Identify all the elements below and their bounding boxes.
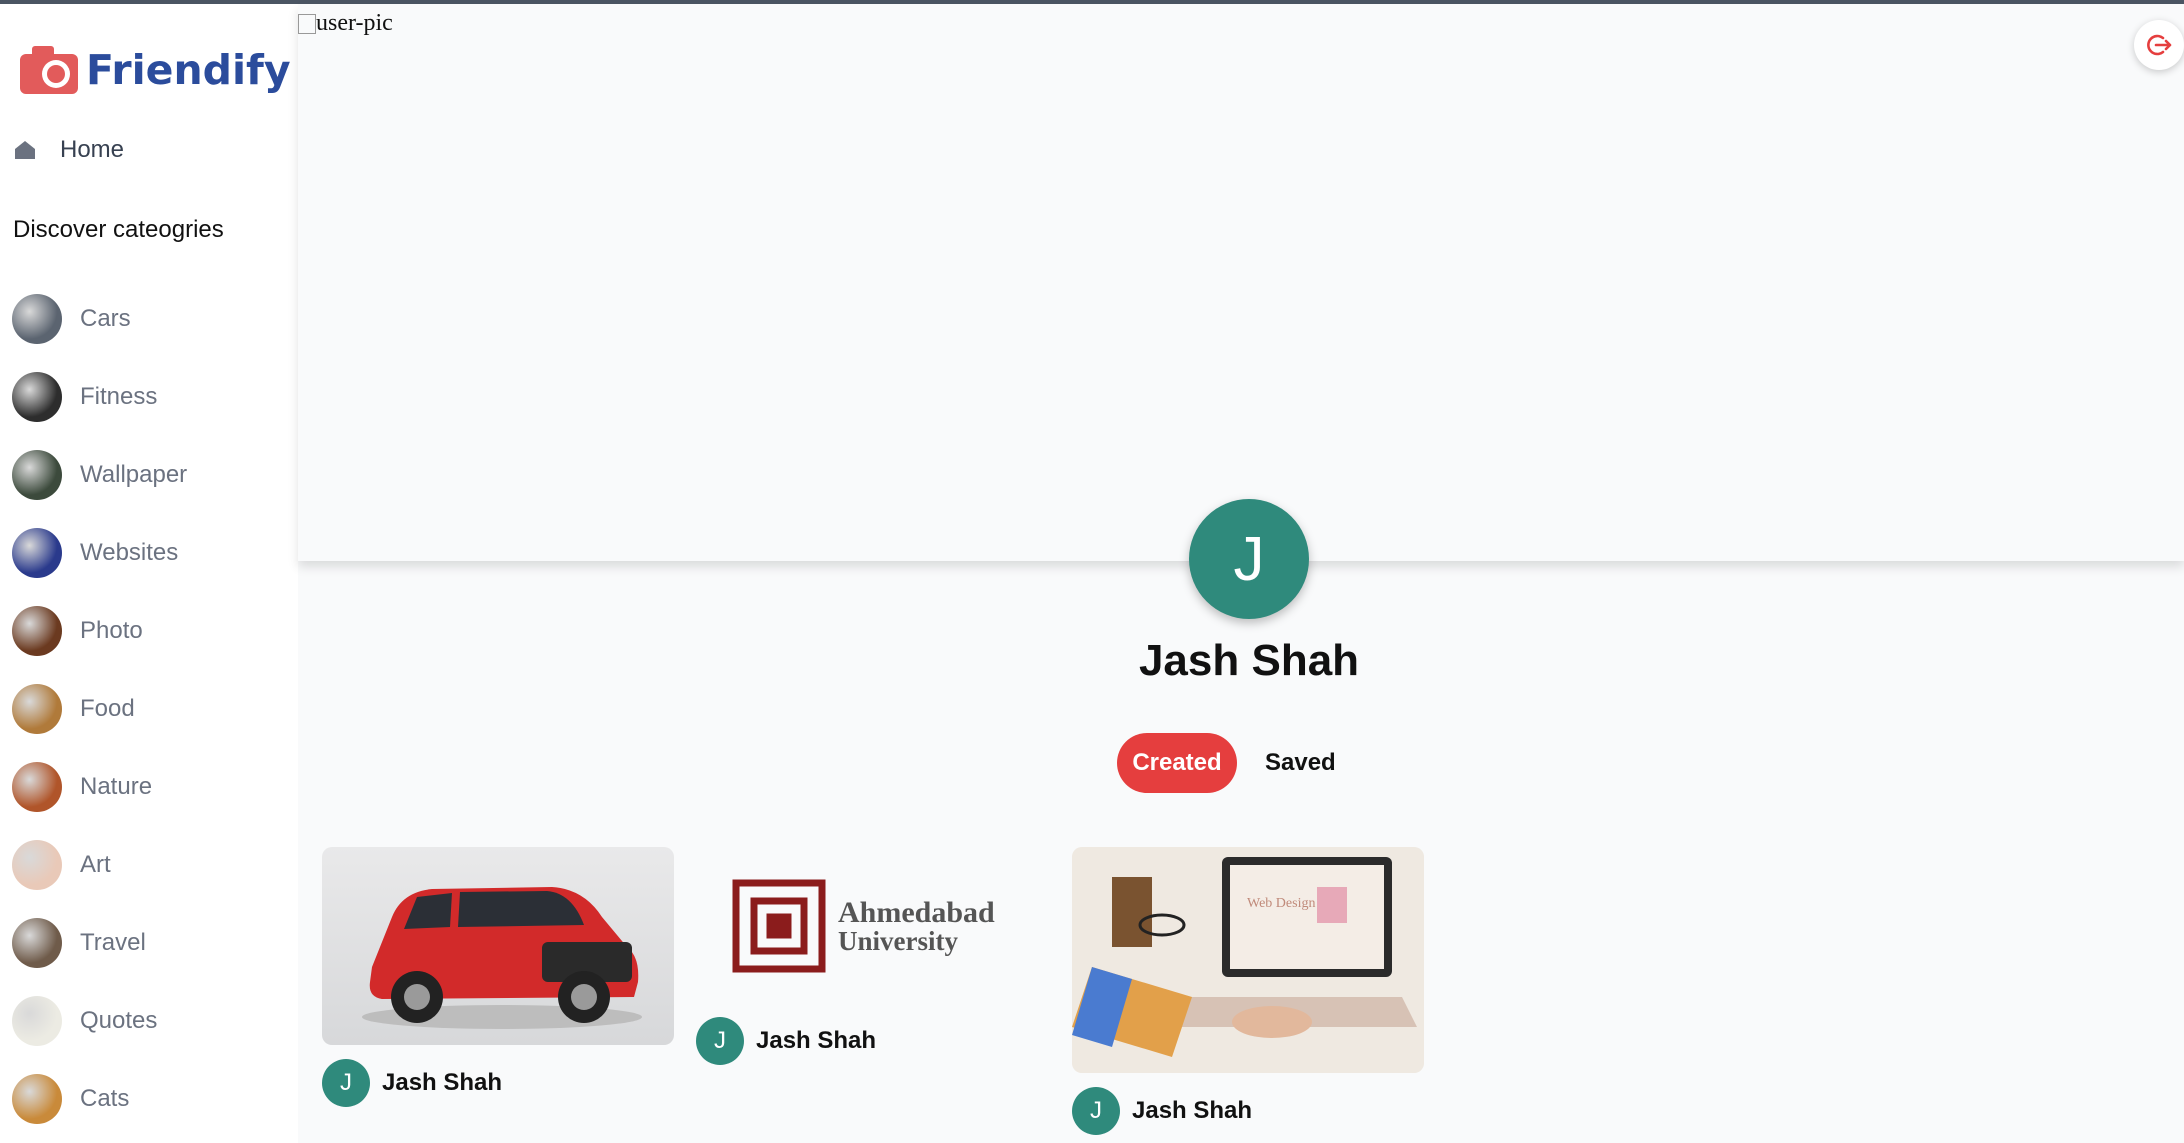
sidebar-item-nature[interactable]: Nature — [12, 748, 187, 826]
category-thumbnail — [12, 918, 62, 968]
web-design-image: Web Design — [1072, 847, 1424, 1073]
sidebar-item-label: Websites — [80, 539, 179, 566]
category-thumbnail — [12, 840, 62, 890]
profile-name: Jash Shah — [1138, 636, 1360, 685]
sidebar-item-label: Food — [80, 695, 135, 722]
laptop-screen-text: Web Design — [1247, 896, 1315, 911]
discover-heading: Discover cateogries — [13, 216, 224, 243]
tab-saved[interactable]: Saved — [1265, 749, 1336, 777]
sidebar-item-label: Cars — [80, 305, 131, 332]
profile-tabs: Created Saved — [1117, 733, 1336, 793]
red-suv-image — [362, 887, 642, 1029]
author-name: Jash Shah — [756, 1027, 877, 1054]
sidebar-item-label: Home — [60, 136, 125, 163]
sidebar-item-label: Nature — [80, 773, 153, 800]
sidebar-item-photo[interactable]: Photo — [12, 592, 187, 670]
sidebar-item-home[interactable]: Home — [14, 136, 124, 164]
camera-logo-icon — [20, 46, 78, 94]
cover-image-area: user-pic — [298, 4, 2184, 561]
category-thumbnail — [12, 294, 62, 344]
sidebar-item-label: Art — [80, 851, 111, 878]
sidebar-item-cats[interactable]: Cats — [12, 1060, 187, 1138]
sidebar-item-label: Travel — [80, 929, 146, 956]
pin-card[interactable]: Ahmedabad University J Jash Shah — [696, 847, 1048, 1065]
sidebar-item-art[interactable]: Art — [12, 826, 187, 904]
sidebar: Friendify Home Discover cateogries Cars F… — [0, 4, 298, 1143]
broken-image-icon — [298, 13, 316, 34]
author-name: Jash Shah — [1132, 1097, 1253, 1124]
pin-author[interactable]: J Jash Shah — [1072, 1087, 1424, 1135]
category-thumbnail — [12, 606, 62, 656]
sidebar-item-label: Quotes — [80, 1007, 158, 1034]
sidebar-item-label: Photo — [80, 617, 143, 644]
sidebar-item-label: Fitness — [80, 383, 158, 410]
pin-image-web-design[interactable]: Web Design — [1072, 847, 1424, 1073]
home-icon — [15, 141, 35, 159]
author-name: Jash Shah — [382, 1069, 503, 1096]
category-thumbnail — [12, 372, 62, 422]
logout-button[interactable] — [2134, 20, 2184, 70]
pin-image-red-suv[interactable] — [322, 847, 674, 1045]
author-avatar: J — [322, 1059, 370, 1107]
sidebar-item-websites[interactable]: Websites — [12, 514, 187, 592]
category-thumbnail — [12, 996, 62, 1046]
sidebar-item-label: Cats — [80, 1085, 130, 1112]
category-thumbnail — [12, 762, 62, 812]
logo[interactable]: Friendify — [18, 44, 291, 96]
sidebar-item-label: Wallpaper — [80, 461, 188, 488]
category-thumbnail — [12, 1074, 62, 1124]
category-thumbnail — [12, 450, 62, 500]
category-thumbnail — [12, 684, 62, 734]
pin-card[interactable]: J Jash Shah — [322, 847, 674, 1107]
category-list: Cars Fitness Wallpaper Websites Photo Food Nat… — [12, 280, 187, 1138]
sidebar-item-fitness[interactable]: Fitness — [12, 358, 187, 436]
pin-author[interactable]: J Jash Shah — [696, 1017, 1048, 1065]
author-avatar: J — [696, 1017, 744, 1065]
cover-alt-text: user-pic — [316, 10, 393, 36]
sidebar-item-wallpaper[interactable]: Wallpaper — [12, 436, 187, 514]
logo-line2: University — [838, 926, 958, 956]
pin-image-university-logo[interactable]: Ahmedabad University — [696, 847, 1048, 1017]
cover-image-broken: user-pic — [298, 10, 393, 37]
author-avatar: J — [1072, 1087, 1120, 1135]
sidebar-item-cars[interactable]: Cars — [12, 280, 187, 358]
profile-avatar: J — [1189, 499, 1309, 619]
logout-icon — [2147, 34, 2172, 56]
category-thumbnail — [12, 528, 62, 578]
app-name: Friendify — [86, 46, 291, 94]
pin-card[interactable]: Web Design J Jash Shah — [1072, 847, 1424, 1135]
tab-created[interactable]: Created — [1117, 733, 1237, 793]
university-logo-image: Ahmedabad University — [732, 879, 995, 973]
pin-author[interactable]: J Jash Shah — [322, 1059, 674, 1107]
sidebar-item-travel[interactable]: Travel — [12, 904, 187, 982]
sidebar-item-food[interactable]: Food — [12, 670, 187, 748]
sidebar-item-quotes[interactable]: Quotes — [12, 982, 187, 1060]
logo-line1: Ahmedabad — [838, 896, 995, 929]
